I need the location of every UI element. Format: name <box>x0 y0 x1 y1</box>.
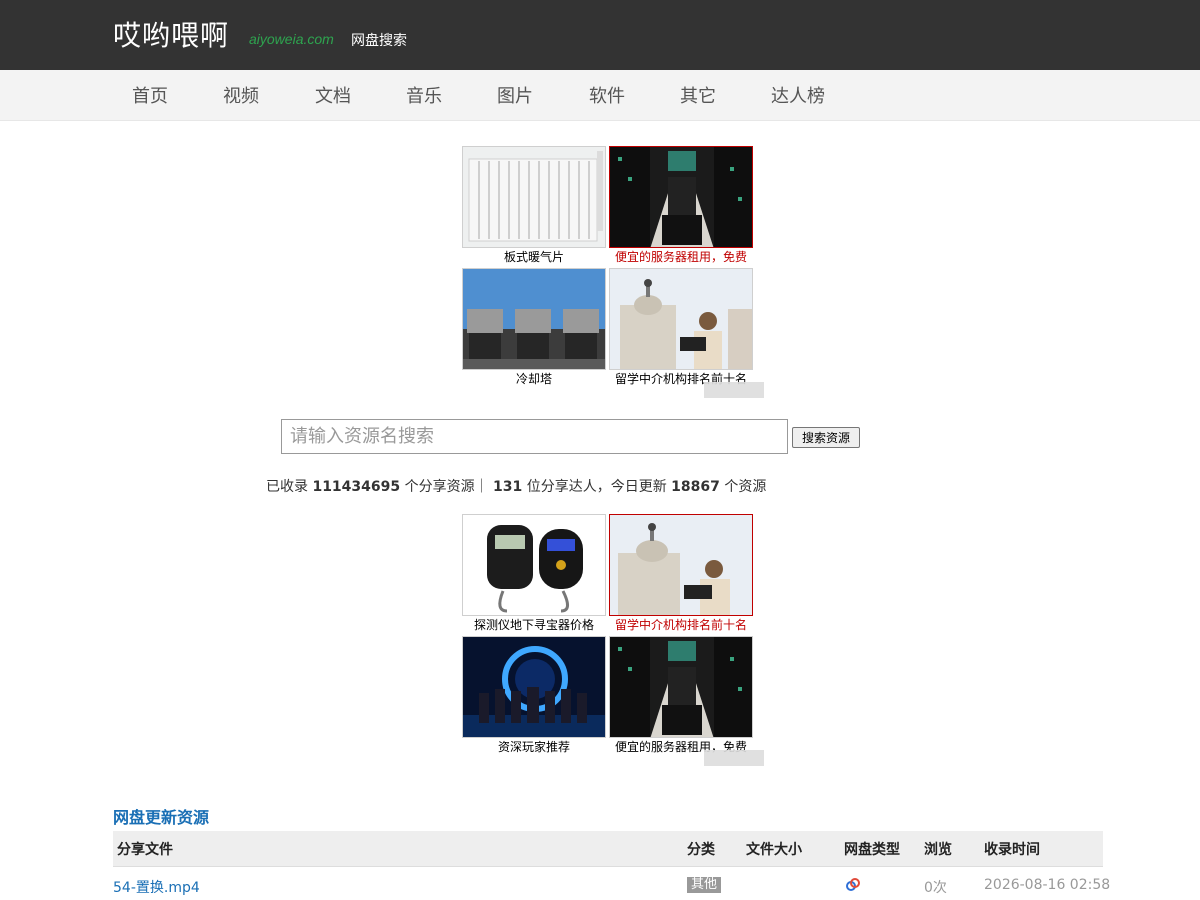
nav-item-software[interactable]: 软件 <box>589 82 625 108</box>
record-time: 2026-08-16 02:58 <box>984 877 1111 893</box>
column-header-category: 分类 <box>687 842 715 858</box>
ad-tile[interactable]: 板式暖气片 <box>462 146 606 266</box>
cooling-tower-image[interactable] <box>462 268 606 370</box>
stats-line: 已收录 111434695 个分享资源｜ 131 位分享达人，今日更新 1886… <box>266 476 766 496</box>
server-rack-image[interactable] <box>609 146 753 248</box>
stats-suffix: 个资源 <box>724 479 767 495</box>
ad-tile[interactable]: 留学中介机构排名前十名 <box>609 514 753 634</box>
nav-item-music[interactable]: 音乐 <box>406 82 442 108</box>
stats-mid2: 位分享达人，今日更新 <box>526 479 667 495</box>
woman-reading-image[interactable] <box>609 514 753 616</box>
nav-item-home[interactable]: 首页 <box>132 82 168 108</box>
server-rack-image[interactable] <box>609 636 753 738</box>
luggage-scale-image[interactable] <box>462 514 606 616</box>
stats-mid1: 个分享资源｜ <box>404 479 489 495</box>
nav-item-document[interactable]: 文档 <box>315 82 351 108</box>
ad-caption[interactable]: 探测仪地下寻宝器价格 <box>462 616 606 634</box>
ad-tile[interactable]: 留学中介机构排名前十名 <box>609 268 753 388</box>
site-domain[interactable]: aiyoweia.com <box>249 31 334 47</box>
column-header-file: 分享文件 <box>117 842 173 858</box>
nav-item-video[interactable]: 视频 <box>223 82 259 108</box>
column-header-type: 网盘类型 <box>844 842 900 858</box>
nav-item-leaderboard[interactable]: 达人榜 <box>771 82 825 108</box>
radiator-image[interactable] <box>462 146 606 248</box>
stats-prefix: 已收录 <box>266 479 308 495</box>
stats-user-count: 131 <box>493 479 523 495</box>
column-header-size: 文件大小 <box>746 842 802 858</box>
category-badge[interactable]: 其他 <box>687 877 722 893</box>
stats-total-count: 111434695 <box>312 479 401 495</box>
game-heroes-image[interactable] <box>462 636 606 738</box>
table-row: 54-置换.mp4 其他 0次 2026-08-16 02:58 <box>113 867 1110 900</box>
ad-tile[interactable]: 便宜的服务器租用，免费 <box>609 146 753 266</box>
ad-caption[interactable]: 冷却塔 <box>462 370 606 388</box>
table-header: 分享文件 分类 文件大小 网盘类型 浏览 收录时间 <box>113 831 1103 867</box>
ad-tile[interactable]: 探测仪地下寻宝器价格 <box>462 514 606 634</box>
site-logo[interactable]: 哎哟喂啊 <box>113 14 229 54</box>
column-header-time: 收录时间 <box>984 842 1040 858</box>
section-title: 网盘更新资源 <box>113 808 210 827</box>
ad-caption[interactable]: 便宜的服务器租用，免费 <box>609 248 753 266</box>
column-header-views: 浏览 <box>924 842 952 858</box>
search-button[interactable]: 搜索资源 <box>792 427 860 448</box>
stats-today-count: 18867 <box>671 479 720 495</box>
ad-grid-top: 板式暖气片 便宜的服务器租用，免费 冷却塔 留学中介机构排名前十名 <box>462 146 764 398</box>
main-nav: 首页 视频 文档 音乐 图片 软件 其它 达人榜 <box>0 70 1200 121</box>
nav-item-other[interactable]: 其它 <box>680 82 716 108</box>
ad-corner-mark <box>704 750 764 766</box>
ad-grid-bottom: 探测仪地下寻宝器价格 留学中介机构排名前十名 资深玩家推荐 便宜的服务器租用，免… <box>462 514 764 766</box>
woman-reading-image[interactable] <box>609 268 753 370</box>
ad-tile[interactable]: 资深玩家推荐 <box>462 636 606 756</box>
ad-tile[interactable]: 便宜的服务器租用，免费 <box>609 636 753 756</box>
site-header: 哎哟喂啊 aiyoweia.com 网盘搜索 <box>0 0 1200 70</box>
ad-caption[interactable]: 留学中介机构排名前十名 <box>609 616 753 634</box>
ad-corner-mark <box>704 382 764 398</box>
baidu-pan-icon <box>846 876 860 895</box>
ad-caption[interactable]: 板式暖气片 <box>462 248 606 266</box>
file-link[interactable]: 54-置换.mp4 <box>113 877 200 897</box>
nav-item-image[interactable]: 图片 <box>497 82 533 108</box>
ad-tile[interactable]: 冷却塔 <box>462 268 606 388</box>
search-input[interactable] <box>281 419 788 454</box>
site-subtitle: 网盘搜索 <box>351 33 407 49</box>
ad-caption[interactable]: 资深玩家推荐 <box>462 738 606 756</box>
view-count: 0次 <box>924 880 947 896</box>
